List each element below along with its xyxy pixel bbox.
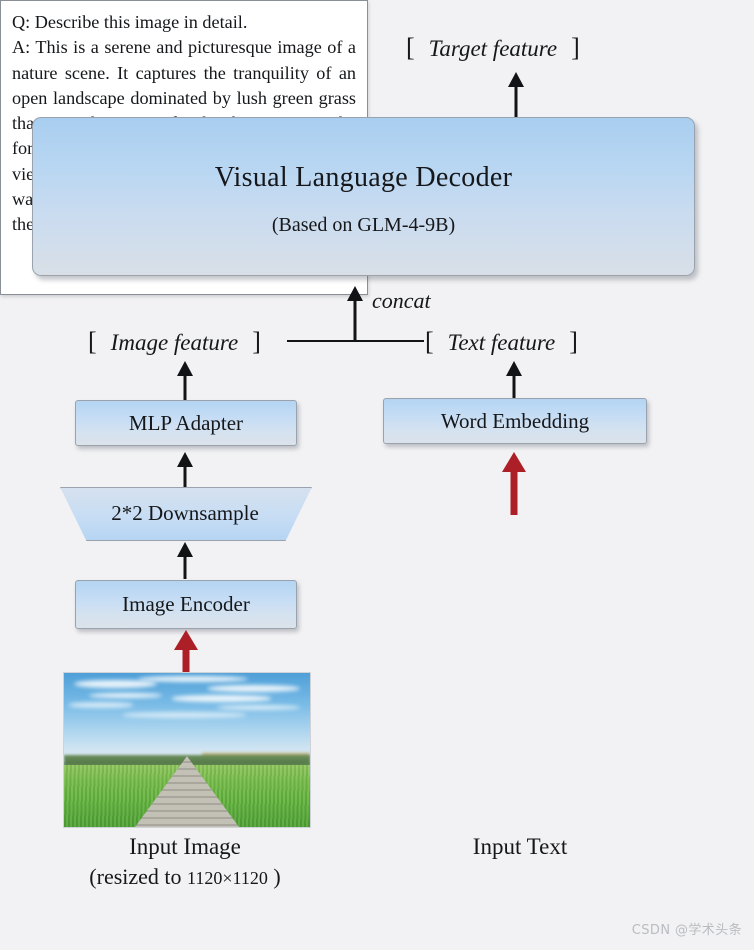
downsample-label: 2*2 Downsample [111, 500, 259, 525]
text-feature-close-bracket: ] [569, 327, 578, 356]
mlp-adapter-block: MLP Adapter [75, 400, 297, 446]
input-text-caption-title: Input Text [472, 834, 568, 859]
word-embedding-block: Word Embedding [383, 398, 647, 444]
input-text-caption: Input Text [400, 834, 640, 860]
target-feature-text: Target feature [428, 36, 558, 61]
text-feature-label: [ Text feature ] [425, 327, 578, 357]
input-image-caption: Input Image (resized to 1120×1120 ) [40, 834, 330, 890]
diagram-canvas: [ Target feature ] Visual Language Decod… [0, 0, 754, 950]
arrow-text-to-wordembedding-icon [502, 452, 526, 515]
input-image-caption-sub: (resized to 1120×1120 ) [40, 864, 330, 890]
target-feature-close-bracket: ] [571, 33, 580, 62]
image-encoder-label: Image Encoder [122, 592, 250, 616]
watermark-label: CSDN @学术头条 [631, 923, 742, 938]
text-feature-text: Text feature [447, 330, 556, 355]
concat-label: concat [372, 288, 431, 313]
image-feature-close-bracket: ] [252, 327, 261, 356]
concat-connector-line [287, 340, 424, 342]
arrow-decoder-to-target-icon [508, 72, 524, 117]
image-feature-label: [ Image feature ] [88, 327, 261, 357]
visual-language-decoder-block: Visual Language Decoder (Based on GLM-4-… [32, 117, 695, 276]
image-feature-open-bracket: [ [88, 327, 97, 356]
input-image-caption-title: Input Image [129, 834, 241, 859]
text-feature-open-bracket: [ [425, 327, 434, 356]
resized-suffix: ) [267, 864, 281, 889]
photo-sky [64, 673, 310, 763]
decoder-subtitle: (Based on GLM-4-9B) [271, 214, 456, 236]
image-encoder-block: Image Encoder [75, 580, 297, 629]
mlp-adapter-label: MLP Adapter [128, 410, 244, 435]
target-feature-open-bracket: [ [406, 33, 415, 62]
input-text-question: Q: Describe this image in detail. [12, 12, 248, 32]
downsample-block: 2*2 Downsample [60, 487, 310, 539]
decoder-title: Visual Language Decoder [214, 162, 513, 193]
arrow-image-to-encoder-icon [174, 630, 198, 672]
image-feature-text: Image feature [110, 330, 239, 355]
resized-dimensions: 1120×1120 [187, 868, 268, 888]
arrow-concat-to-decoder-icon [347, 286, 363, 341]
arrow-downsample-to-mlp-icon [177, 452, 193, 488]
arrow-mlp-to-image-feature-icon [177, 361, 193, 400]
resized-prefix: (resized to [89, 864, 188, 889]
target-feature-label: [ Target feature ] [406, 33, 580, 63]
word-embedding-label: Word Embedding [440, 408, 590, 433]
input-image-thumbnail [63, 672, 311, 828]
arrow-wordemb-to-text-feature-icon [506, 361, 522, 400]
arrow-encoder-to-downsample-icon [177, 542, 193, 579]
